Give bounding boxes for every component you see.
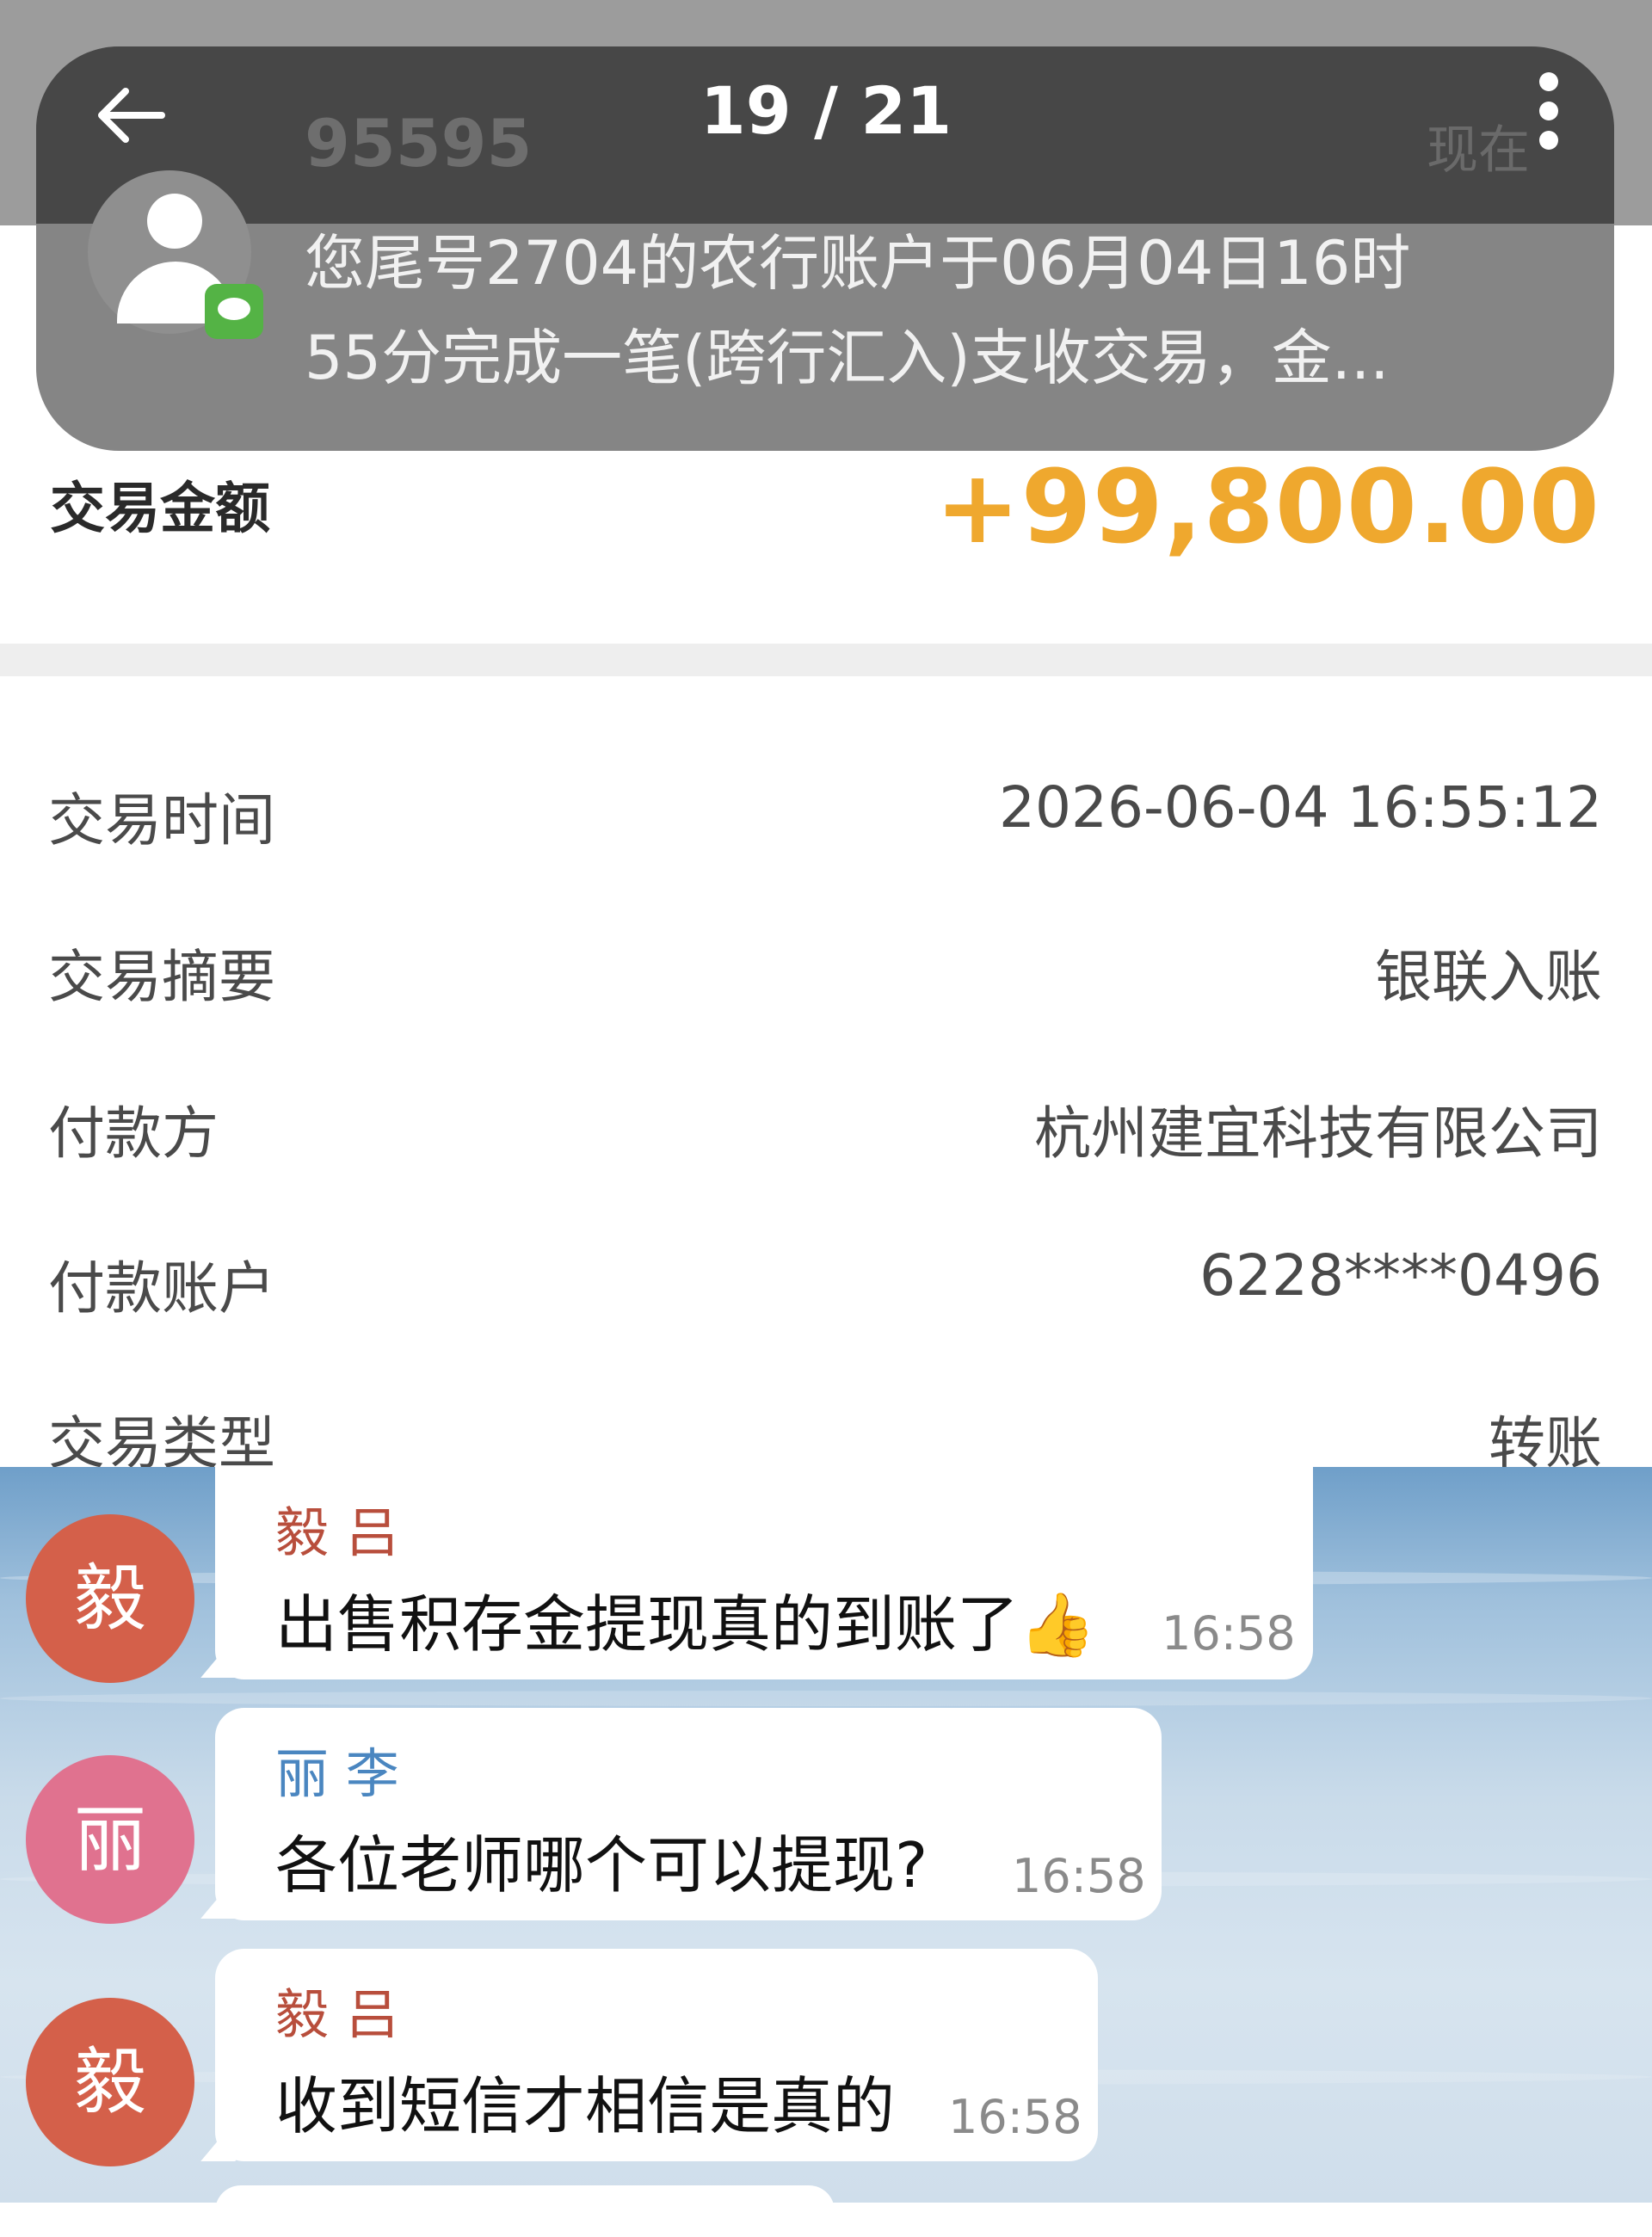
sms-preview-line-1: 您尾号2704的农行账户于06月04日16时 [305,228,1411,299]
wave-decoration [0,1691,1652,1706]
sms-preview-line-2: 55分完成一笔(跨行汇入)支收交易，金... [305,323,1390,393]
thumbs-up-icon: 👍 [1019,1588,1096,1661]
message-time: 16:58 [1012,1849,1146,1903]
message-text: 出售积存金提现真的到账了👍 [275,1574,1096,1664]
message-text: 收到短信才相信是真的 [275,2070,896,2142]
detail-value: 2026-06-04 16:55:12 [999,774,1602,841]
message-text: 各位老师哪个可以提现? [275,1829,928,1901]
detail-row-payer-account: 付款账户 6228****0496 [0,1210,1652,1347]
sms-time: 现在 [1427,120,1530,181]
detail-value: 6228****0496 [1199,1242,1602,1309]
chat-message[interactable]: 毅 吕 收到短信才相信是真的 16:58 [215,1949,1098,2161]
detail-label: 交易摘要 [48,944,275,1010]
detail-row-summary: 交易摘要 银联入账 [0,898,1652,1036]
sender-avatar[interactable]: 毅 [26,1998,194,2166]
message-badge-icon [205,284,263,339]
message-sender-name: 毅 吕 [275,1983,399,2046]
message-sender-name: 毅 吕 [275,1501,399,1564]
detail-value: 转账 [1489,1410,1602,1467]
detail-label: 付款方 [48,1100,219,1167]
message-time: 16:58 [1162,1606,1296,1661]
section-divider [0,644,1652,676]
sms-sender: 95595 [305,105,533,182]
image-counter: 19 / 21 [700,72,952,149]
more-options-icon[interactable] [1532,72,1566,158]
message-time: 16:58 [948,2090,1082,2144]
detail-row-payer: 付款方 杭州建宜科技有限公司 [0,1055,1652,1192]
message-sender-name: 丽 李 [275,1742,399,1805]
amount-label: 交易金额 [50,478,270,541]
chat-message-partial[interactable] [215,2185,835,2237]
amount-value: +99,800.00 [934,447,1600,566]
detail-label: 交易类型 [48,1410,275,1467]
detail-label: 交易时间 [48,787,275,854]
chat-message[interactable]: 毅 吕 出售积存金提现真的到账了👍 16:58 [215,1467,1313,1679]
sender-avatar[interactable]: 丽 [26,1755,194,1924]
detail-row-type: 交易类型 转账 [0,1365,1652,1467]
detail-value: 杭州建宜科技有限公司 [1034,1100,1602,1167]
detail-row-time: 交易时间 2026-06-04 16:55:12 [0,742,1652,879]
message-body: 出售积存金提现真的到账了 [275,1588,1020,1661]
chat-message[interactable]: 丽 李 各位老师哪个可以提现? 16:58 [215,1708,1162,1920]
person-icon-head [147,194,202,249]
sender-avatar[interactable]: 毅 [26,1514,194,1683]
detail-label: 付款账户 [48,1255,275,1322]
detail-value: 银联入账 [1375,944,1602,1010]
